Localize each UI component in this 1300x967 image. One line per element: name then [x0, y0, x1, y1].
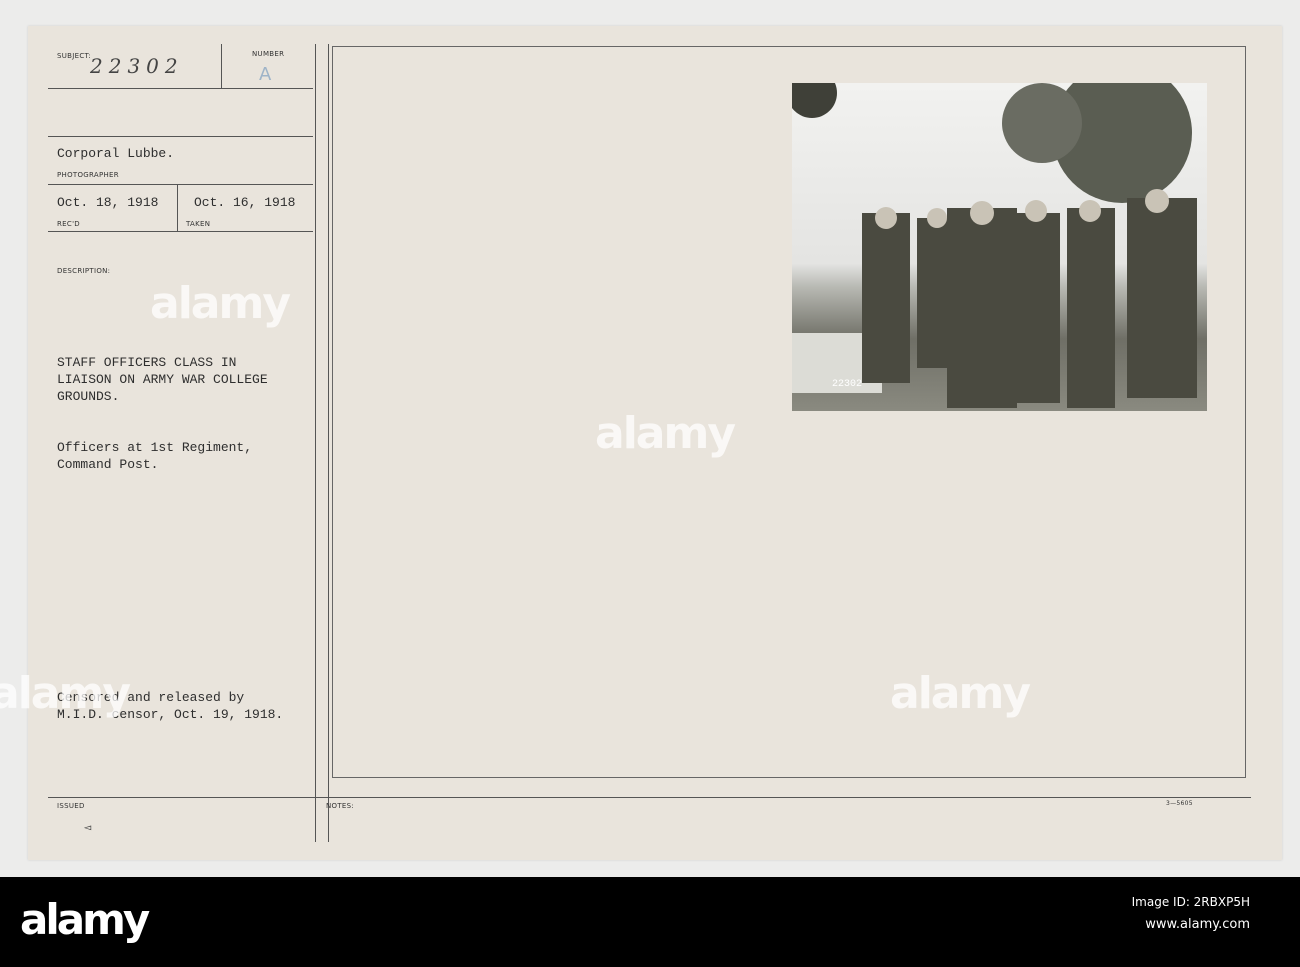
officers-photograph: 22302 — [792, 83, 1207, 411]
notes-label: NOTES: — [326, 802, 355, 810]
photo-number: 22302 — [832, 379, 863, 390]
form-number: 3—5605 — [1166, 800, 1193, 807]
subject-label: SUBJECT: — [57, 52, 92, 60]
issued-mark: ◅ — [84, 821, 92, 835]
watermark: alamy — [150, 278, 291, 329]
taken-date: Oct. 16, 1918 — [194, 195, 296, 210]
footer-bar: alamy Image ID: 2RBXP5H www.alamy.com — [0, 877, 1300, 967]
photographer-name: Corporal Lubbe. — [57, 146, 175, 161]
taken-label: TAKEN — [186, 220, 211, 228]
received-label: REC'D — [57, 220, 80, 228]
description-label: DESCRIPTION: — [57, 267, 111, 275]
photographer-label: PHOTOGRAPHER — [57, 171, 119, 179]
watermark: alamy — [890, 668, 1031, 719]
watermark: alamy — [595, 408, 736, 459]
description-text: STAFF OFFICERS CLASS IN LIAISON ON ARMY … — [57, 355, 268, 404]
subject-number: 22302 — [90, 54, 184, 78]
issued-label: ISSUED — [57, 802, 85, 810]
alamy-url[interactable]: www.alamy.com — [1145, 917, 1250, 932]
alamy-logo: alamy — [20, 895, 150, 944]
number-label: NUMBER — [252, 50, 285, 58]
number-value: A — [259, 64, 272, 85]
received-date: Oct. 18, 1918 — [57, 195, 159, 210]
image-id: Image ID: 2RBXP5H — [1131, 895, 1250, 909]
photo-scene — [792, 83, 1197, 408]
description-note: Officers at 1st Regiment, Command Post. — [57, 440, 253, 472]
watermark: alamy — [0, 668, 131, 719]
